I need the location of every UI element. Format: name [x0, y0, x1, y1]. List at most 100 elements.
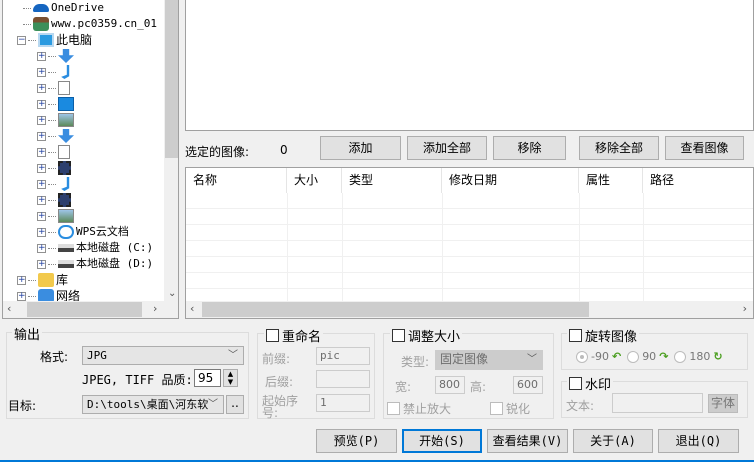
- scroll-left-arrow-icon[interactable]: ‹: [7, 302, 11, 315]
- tree-item[interactable]: +: [37, 128, 76, 144]
- start-number-input[interactable]: 1: [316, 394, 370, 412]
- document-icon: [58, 81, 70, 95]
- prefix-input[interactable]: pic: [316, 347, 370, 365]
- target-select[interactable]: D:\tools\桌面\河东软 ﹀: [82, 395, 224, 414]
- file-list[interactable]: 名称 大小 类型 修改日期 属性 路径 ‹ ›: [185, 167, 754, 319]
- tree-item[interactable]: + 库: [17, 272, 68, 288]
- checkbox-box[interactable]: [392, 329, 405, 342]
- collapse-toggle-icon[interactable]: −: [17, 35, 26, 45]
- watermark-text-input[interactable]: [612, 393, 703, 413]
- expand-toggle-icon[interactable]: +: [37, 211, 46, 221]
- expand-toggle-icon[interactable]: +: [37, 163, 46, 173]
- about-button[interactable]: 关于(A): [573, 429, 653, 453]
- column-header-type[interactable]: 类型: [342, 168, 442, 193]
- column-header-modified[interactable]: 修改日期: [442, 168, 579, 193]
- tree-item[interactable]: +: [37, 208, 76, 224]
- tree-item[interactable]: − 此电脑: [17, 32, 92, 48]
- expand-toggle-icon[interactable]: +: [17, 275, 26, 285]
- expand-toggle-icon[interactable]: +: [37, 115, 46, 125]
- expand-toggle-icon[interactable]: +: [37, 195, 46, 205]
- view-result-button[interactable]: 查看结果(V): [487, 429, 568, 453]
- expand-toggle-icon[interactable]: +: [37, 179, 46, 189]
- tree-item[interactable]: +: [37, 80, 72, 96]
- tree-vertical-scrollbar[interactable]: ⌄: [164, 0, 178, 301]
- column-header-attributes[interactable]: 属性: [579, 168, 643, 193]
- watermark-checkbox[interactable]: 水印: [567, 374, 614, 393]
- suffix-input[interactable]: [316, 370, 370, 388]
- scroll-left-arrow-icon[interactable]: ‹: [190, 302, 194, 315]
- expand-toggle-icon[interactable]: +: [37, 83, 46, 93]
- radio-button[interactable]: [674, 350, 687, 363]
- tree-item[interactable]: www.pc0359.cn_01: [23, 16, 157, 32]
- expand-toggle-icon[interactable]: +: [37, 51, 46, 61]
- tree-item-label: 本地磁盘 (C:): [76, 241, 154, 254]
- preview-button[interactable]: 预览(P): [316, 429, 397, 453]
- expand-toggle-icon[interactable]: +: [37, 147, 46, 157]
- quality-spinner[interactable]: ▲ ▼: [223, 369, 238, 387]
- scrollbar-thumb[interactable]: [165, 0, 178, 158]
- radio-button[interactable]: [576, 350, 588, 363]
- tree-item[interactable]: + WPS云文档: [37, 224, 129, 240]
- folder-tree[interactable]: OneDrive www.pc0359.cn_01− 此电脑 + + + + + + + + + + + +…: [2, 0, 179, 319]
- browse-button[interactable]: ..: [226, 395, 244, 414]
- tree-connector: [48, 231, 56, 233]
- tree-item[interactable]: +: [37, 48, 76, 64]
- checkbox-box[interactable]: [569, 329, 582, 342]
- expand-toggle-icon[interactable]: +: [17, 291, 26, 301]
- list-horizontal-scrollbar[interactable]: ‹ ›: [186, 301, 753, 318]
- font-button[interactable]: 字体: [708, 394, 738, 413]
- start-button[interactable]: 开始(S): [402, 429, 482, 453]
- checkbox-box[interactable]: [569, 377, 582, 390]
- column-header-path[interactable]: 路径: [643, 168, 753, 193]
- remove-button[interactable]: 移除: [493, 136, 566, 160]
- rotate-option-minus90[interactable]: -90 ↶: [576, 350, 627, 363]
- rotate-option-label: -90: [591, 350, 609, 363]
- height-input[interactable]: 600: [513, 376, 543, 394]
- resize-checkbox[interactable]: 调整大小: [390, 326, 463, 345]
- width-input[interactable]: 800: [435, 376, 465, 394]
- rotate-checkbox[interactable]: 旋转图像: [567, 326, 640, 345]
- scroll-down-arrow-icon[interactable]: ⌄: [168, 288, 176, 299]
- scrollbar-thumb[interactable]: [202, 302, 589, 317]
- add-all-button[interactable]: 添加全部: [407, 136, 487, 160]
- scroll-right-arrow-icon[interactable]: ›: [153, 302, 157, 315]
- no-enlarge-checkbox[interactable]: 禁止放大: [387, 400, 451, 417]
- rename-checkbox[interactable]: 重命名: [264, 326, 324, 345]
- checkbox-box[interactable]: [490, 402, 503, 415]
- rotate-option-180[interactable]: 180 ↻: [674, 350, 723, 363]
- expand-toggle-icon[interactable]: +: [37, 259, 46, 269]
- scrollbar-thumb[interactable]: [27, 302, 142, 317]
- column-header-name[interactable]: 名称: [186, 168, 287, 193]
- sharpen-label: 锐化: [506, 402, 531, 416]
- view-image-button[interactable]: 查看图像: [665, 136, 744, 160]
- expand-toggle-icon[interactable]: +: [37, 131, 46, 141]
- exit-button[interactable]: 退出(Q): [658, 429, 739, 453]
- tree-item[interactable]: +: [37, 64, 76, 80]
- expand-toggle-icon[interactable]: +: [37, 67, 46, 77]
- tree-horizontal-scrollbar[interactable]: ‹ ›: [3, 301, 178, 318]
- scroll-right-arrow-icon[interactable]: ›: [743, 302, 747, 315]
- tree-item[interactable]: +: [37, 160, 73, 176]
- format-select[interactable]: JPG ﹀: [82, 346, 244, 365]
- expand-toggle-icon[interactable]: +: [37, 99, 46, 109]
- checkbox-box[interactable]: [387, 402, 400, 415]
- remove-all-button[interactable]: 移除全部: [579, 136, 659, 160]
- tree-item[interactable]: +: [37, 144, 72, 160]
- resize-type-select[interactable]: 固定图像 ﹀: [435, 350, 543, 370]
- quality-input[interactable]: 95: [194, 369, 221, 387]
- expand-toggle-icon[interactable]: +: [37, 243, 46, 253]
- expand-toggle-icon[interactable]: +: [37, 227, 46, 237]
- column-header-size[interactable]: 大小: [287, 168, 342, 193]
- tree-item[interactable]: +: [37, 192, 73, 208]
- tree-item[interactable]: +: [37, 112, 76, 128]
- sharpen-checkbox[interactable]: 锐化: [490, 400, 530, 417]
- tree-item[interactable]: OneDrive: [23, 0, 104, 16]
- rotate-option-90[interactable]: 90 ↷: [627, 350, 674, 363]
- tree-item[interactable]: + 本地磁盘 (D:): [37, 256, 153, 272]
- tree-item[interactable]: + 本地磁盘 (C:): [37, 240, 153, 256]
- checkbox-box[interactable]: [266, 329, 279, 342]
- tree-item[interactable]: +: [37, 176, 76, 192]
- radio-button[interactable]: [627, 350, 640, 363]
- tree-item[interactable]: +: [37, 96, 76, 112]
- add-button[interactable]: 添加: [320, 136, 401, 160]
